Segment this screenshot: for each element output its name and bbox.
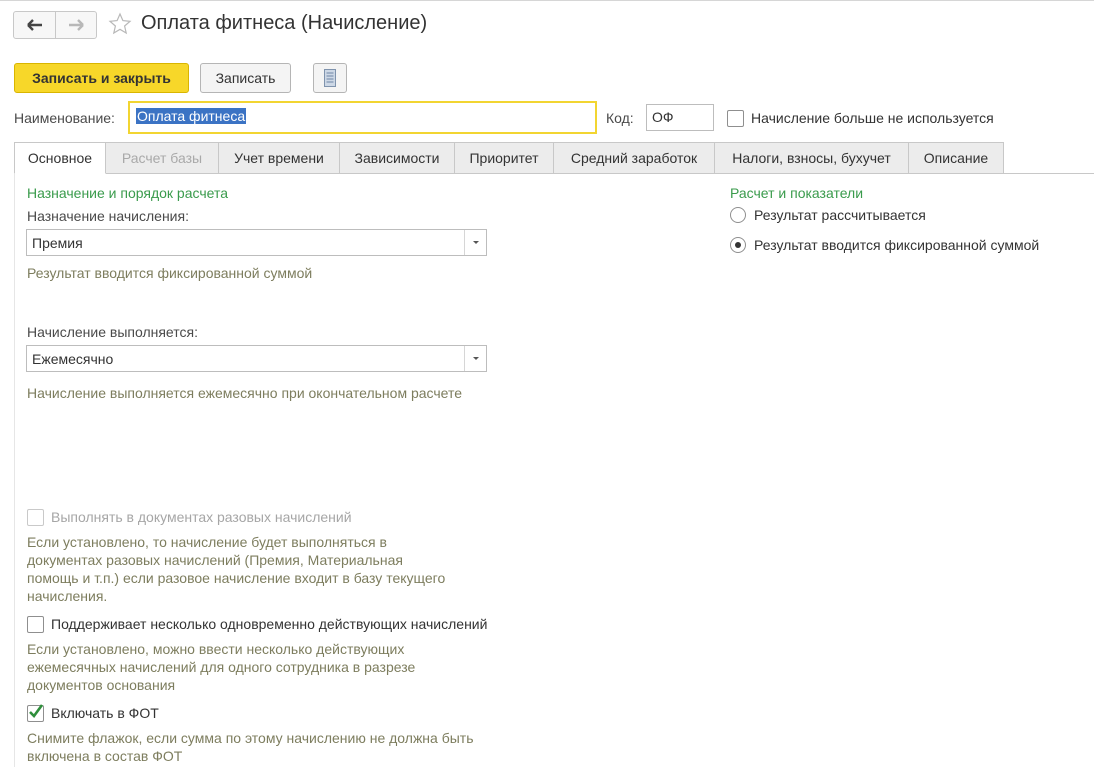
multiple-checkbox[interactable]: [27, 616, 44, 633]
fot-checkbox[interactable]: [27, 704, 44, 722]
arrow-right-icon: [69, 19, 84, 31]
name-field[interactable]: Оплата фитнеса: [128, 101, 597, 134]
tab-divider: [1004, 173, 1094, 174]
document-icon: [324, 69, 336, 87]
tab-dependencies[interactable]: Зависимости: [340, 142, 455, 174]
multiple-label: Поддерживает несколько одновременно дейс…: [51, 616, 488, 632]
radio-selected-dot: [735, 242, 741, 248]
execution-select[interactable]: Ежемесячно: [26, 345, 487, 372]
radio-calculated-label: Результат рассчитывается: [754, 207, 926, 223]
check-icon: [29, 704, 44, 718]
fot-label: Включать в ФОТ: [51, 705, 159, 721]
arrow-left-icon: [26, 19, 42, 31]
tab-bar: Основное Расчет базы Учет времени Зависи…: [14, 142, 1004, 174]
chevron-down-icon: [472, 357, 479, 360]
one-time-hint: Если установлено, то начисление будет вы…: [27, 534, 446, 604]
tab-average-earnings[interactable]: Средний заработок: [554, 142, 715, 174]
tab-description[interactable]: Описание: [909, 142, 1004, 174]
multiple-hint: Если установлено, можно ввести несколько…: [27, 641, 416, 693]
name-value: Оплата фитнеса: [136, 108, 247, 124]
execution-label: Начисление выполняется:: [27, 324, 198, 340]
execution-hint: Начисление выполняется ежемесячно при ок…: [27, 385, 463, 401]
one-time-label: Выполнять в документах разовых начислени…: [51, 509, 352, 525]
section-title-calculation: Расчет и показатели: [730, 185, 864, 201]
forward-button[interactable]: [55, 12, 96, 38]
purpose-label: Назначение начисления:: [27, 208, 189, 224]
page-title: Оплата фитнеса (Начисление): [141, 12, 428, 34]
tab-time-accounting[interactable]: Учет времени: [219, 142, 340, 174]
back-button[interactable]: [14, 12, 55, 38]
top-border: [0, 0, 1094, 1]
one-time-checkbox[interactable]: [27, 509, 44, 526]
radio-calculated[interactable]: [730, 207, 746, 223]
section-title-purpose: Назначение и порядок расчета: [27, 185, 229, 201]
navigation-buttons: [13, 11, 97, 39]
star-icon: [108, 12, 132, 35]
radio-fixed-label: Результат вводится фиксированной суммой: [754, 237, 1040, 253]
purpose-value: Премия: [32, 234, 83, 251]
tab-main[interactable]: Основное: [14, 142, 106, 174]
not-used-checkbox[interactable]: [727, 110, 744, 127]
purpose-hint: Результат вводится фиксированной суммой: [27, 265, 313, 281]
favorite-star[interactable]: [108, 12, 132, 36]
purpose-select[interactable]: Премия: [26, 229, 487, 256]
code-label: Код:: [606, 110, 634, 126]
name-label: Наименование:: [14, 110, 115, 126]
radio-fixed[interactable]: [730, 237, 746, 253]
not-used-label: Начисление больше не используется: [751, 110, 994, 126]
save-button[interactable]: Записать: [200, 63, 291, 93]
code-field[interactable]: ОФ: [646, 104, 714, 131]
chevron-down-icon: [472, 241, 479, 244]
document-button[interactable]: [313, 63, 347, 93]
fot-hint: Снимите флажок, если сумма по этому начи…: [27, 730, 474, 764]
save-and-close-button[interactable]: Записать и закрыть: [14, 63, 189, 93]
execution-value: Ежемесячно: [32, 350, 114, 367]
tab-taxes[interactable]: Налоги, взносы, бухучет: [715, 142, 909, 174]
purpose-dropdown-button[interactable]: [464, 230, 486, 255]
tab-priority[interactable]: Приоритет: [455, 142, 554, 174]
content-left-border: [14, 174, 15, 767]
tab-base-calculation[interactable]: Расчет базы: [106, 142, 219, 174]
execution-dropdown-button[interactable]: [464, 346, 486, 371]
